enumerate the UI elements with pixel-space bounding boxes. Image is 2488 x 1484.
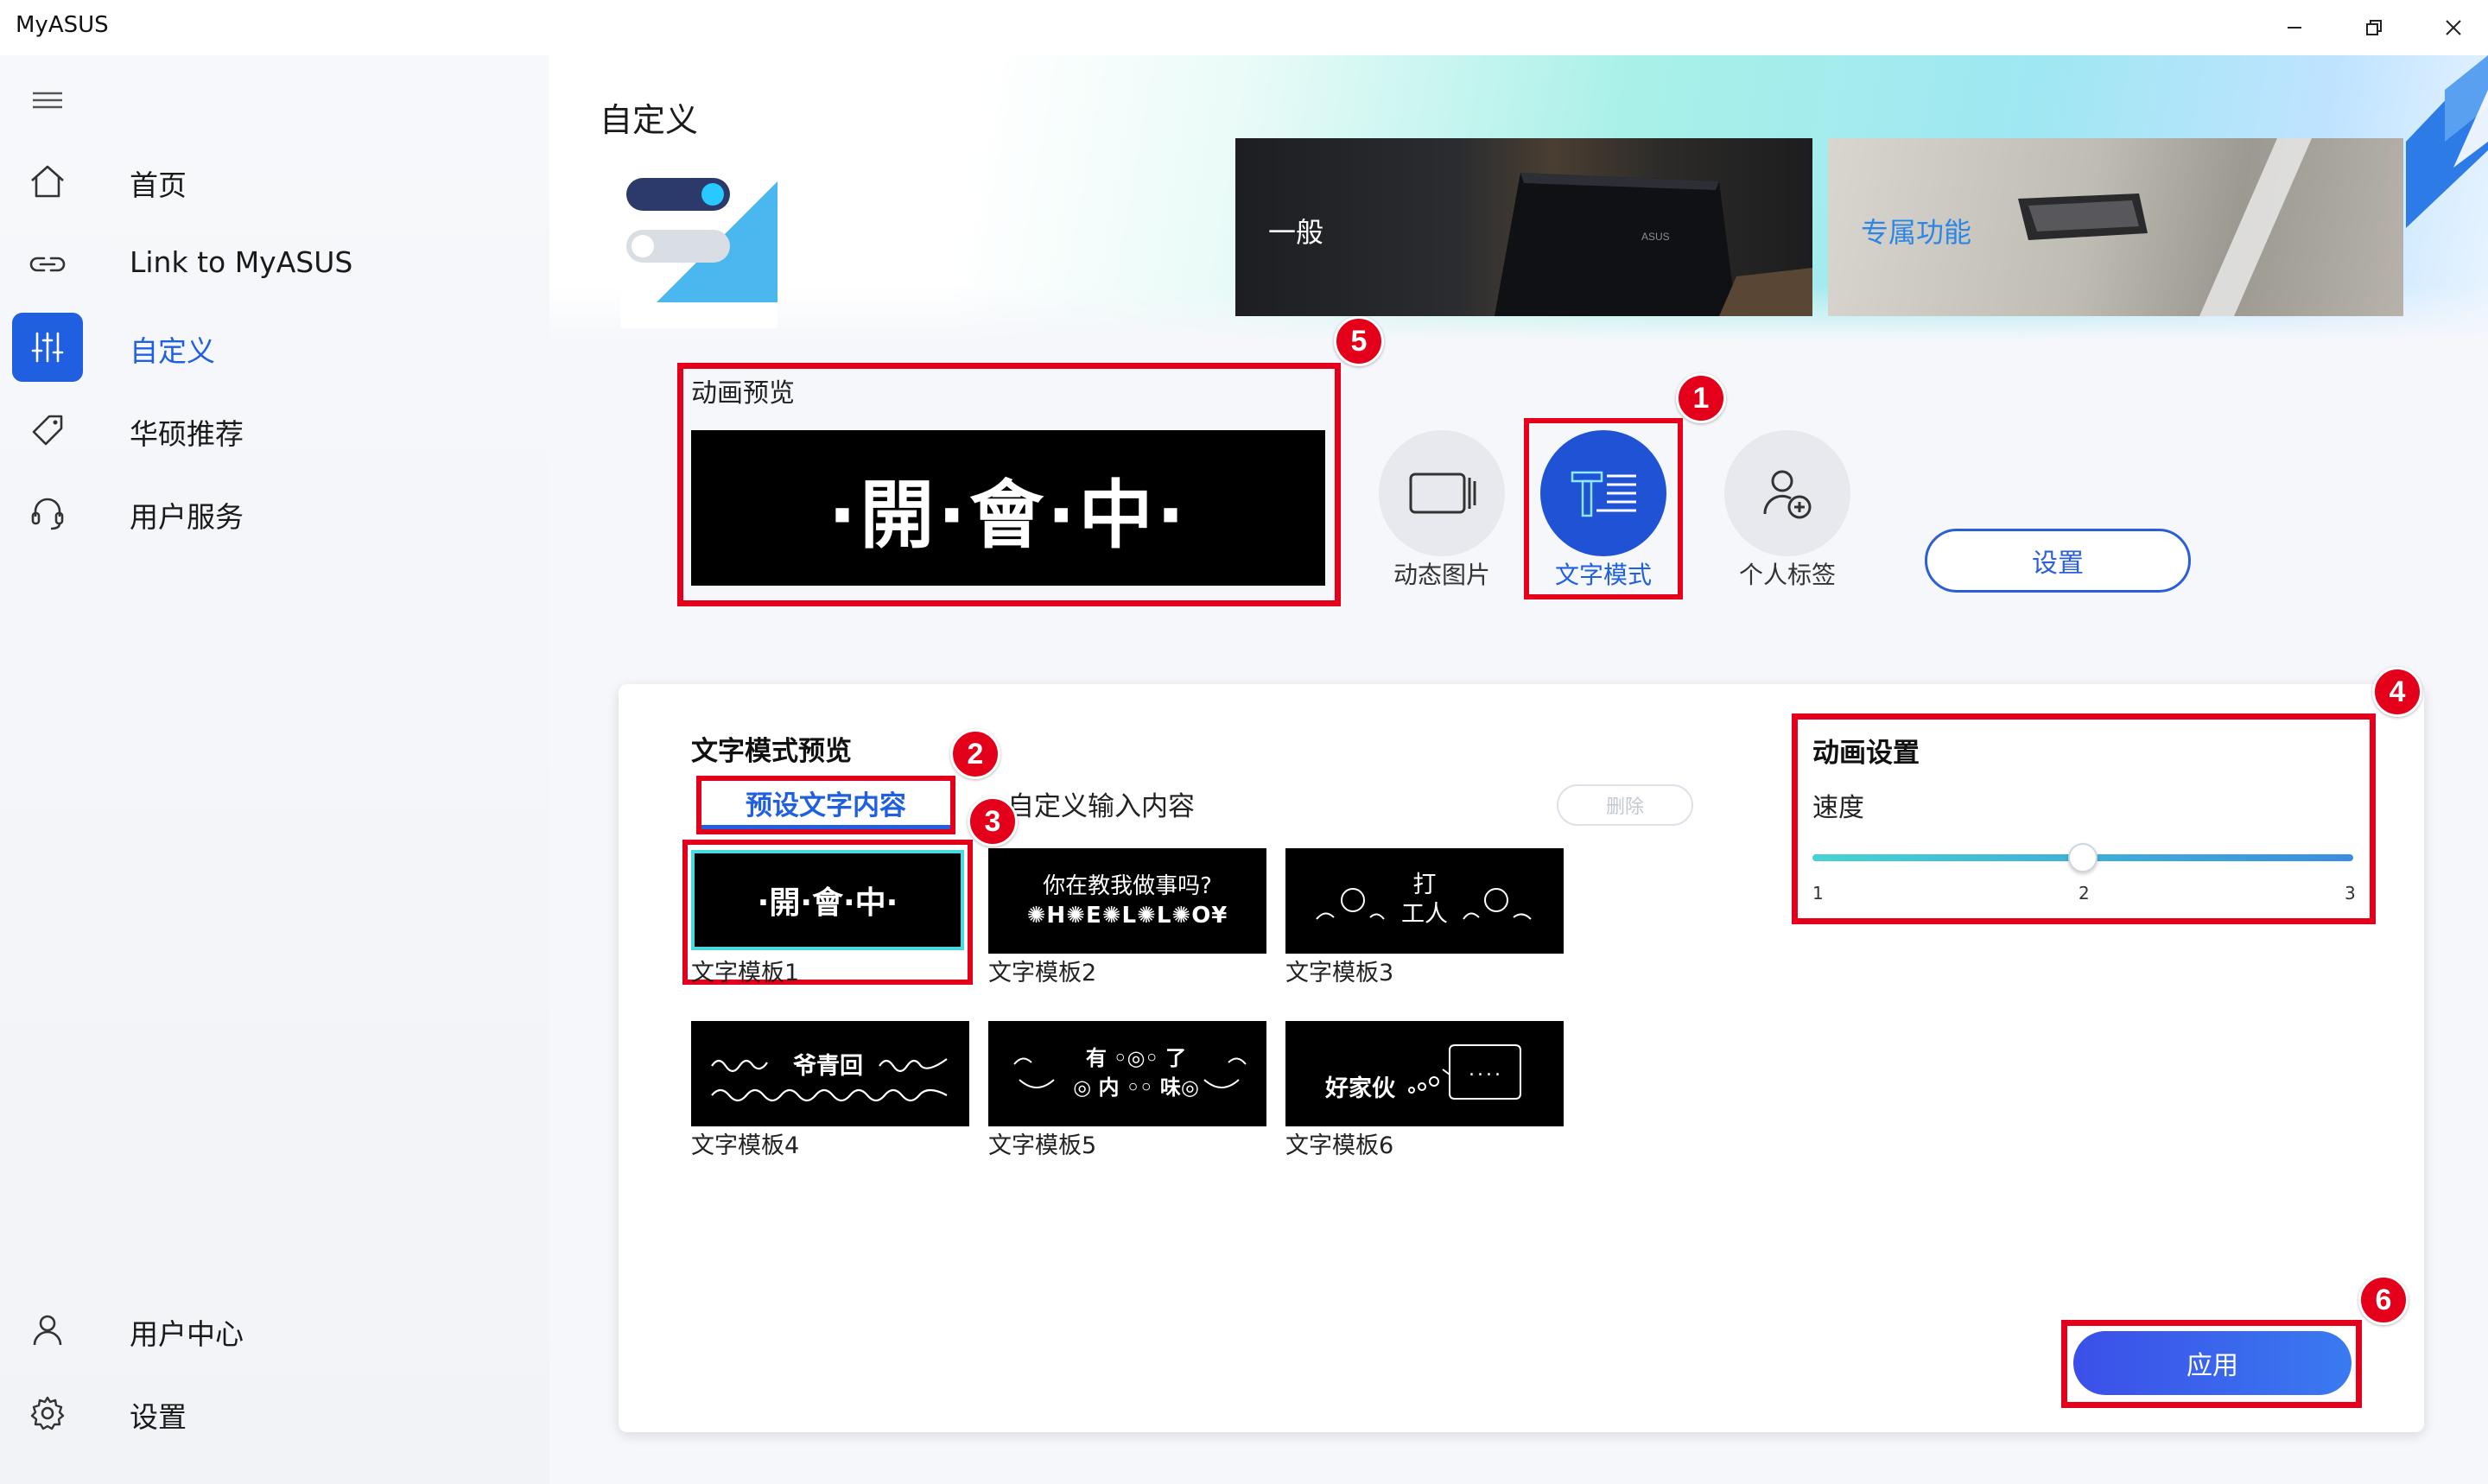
template-3-thumbnail[interactable]: 打 工人 xyxy=(1285,848,1564,954)
sidebar-item-label: 用户服务 xyxy=(130,500,244,534)
sidebar-item-settings[interactable]: 设置 xyxy=(0,1377,549,1449)
template-label: 文字模板2 xyxy=(988,960,1097,986)
sidebar-item-label: Link to MyASUS xyxy=(130,245,353,279)
close-button[interactable] xyxy=(2414,0,2488,55)
headset-icon xyxy=(12,479,83,548)
page-title: 自定义 xyxy=(600,101,699,139)
title-bar xyxy=(0,0,2488,55)
template-6-decoration xyxy=(1408,1044,1521,1100)
callout-badge-4: 4 xyxy=(2372,667,2422,717)
hero-corner-decoration xyxy=(2406,55,2488,228)
speed-tick-label: 2 xyxy=(2079,883,2090,904)
close-icon xyxy=(2446,20,2461,35)
hamburger-menu-button[interactable] xyxy=(28,83,67,117)
annotation-box-text-mode xyxy=(1524,418,1683,599)
template-4-thumbnail[interactable]: 爷青回 xyxy=(691,1021,969,1126)
user-icon xyxy=(12,1296,83,1365)
animation-preview-title: 动画预览 xyxy=(691,378,795,409)
banner-label: 专属功能 xyxy=(1861,216,1972,249)
delete-button[interactable]: 删除 xyxy=(1557,784,1693,826)
sidebar-item-label: 首页 xyxy=(130,168,187,202)
sidebar-item-recommend[interactable]: 华硕推荐 xyxy=(0,394,549,466)
sidebar-item-label: 自定义 xyxy=(130,334,215,368)
callout-badge-1: 1 xyxy=(1676,373,1726,423)
speed-label: 速度 xyxy=(1812,793,1864,823)
template-3-line-2: 工人 xyxy=(1401,901,1448,928)
animated-image-icon xyxy=(1409,472,1476,514)
banner-exclusive[interactable]: 专属功能 xyxy=(1828,138,2403,316)
banner-label: 一般 xyxy=(1268,216,1324,249)
tab-custom-input[interactable]: 自定义输入内容 xyxy=(1007,784,1195,823)
template-5-line-2: ◎ 内 ◦◦ 味◎ xyxy=(1073,1075,1199,1100)
settings-button[interactable]: 设置 xyxy=(1925,529,2191,593)
sidebar-item-user-center[interactable]: 用户中心 xyxy=(0,1294,549,1367)
template-6-thumbnail[interactable]: 好家伙 .... xyxy=(1285,1021,1564,1126)
speed-slider-thumb[interactable] xyxy=(2068,843,2098,872)
minimize-icon xyxy=(2288,27,2301,29)
callout-badge-2: 2 xyxy=(950,729,1000,779)
template-4-text: 爷青回 xyxy=(793,1053,863,1080)
link-icon xyxy=(12,230,83,299)
mode-label: 个人标签 xyxy=(1738,561,1836,589)
home-icon xyxy=(12,147,83,216)
gear-icon xyxy=(12,1379,83,1448)
callout-badge-3: 3 xyxy=(968,796,1018,847)
sidebar-item-label: 设置 xyxy=(130,1400,187,1434)
apply-button[interactable]: 应用 xyxy=(2073,1331,2352,1395)
minimize-button[interactable] xyxy=(2255,0,2334,55)
sidebar-item-label: 华硕推荐 xyxy=(130,417,244,451)
template-label: 文字模板3 xyxy=(1285,960,1394,986)
sidebar-item-label: 用户中心 xyxy=(130,1317,244,1351)
personal-tag-icon xyxy=(1763,470,1812,519)
animation-preview-screen: ·開·會·中· xyxy=(691,430,1325,586)
restore-button[interactable] xyxy=(2334,0,2414,55)
template-1-thumbnail[interactable]: ·開·會·中· xyxy=(691,850,964,950)
restore-icon xyxy=(2366,20,2382,35)
callout-badge-5: 5 xyxy=(1334,316,1384,366)
template-5-thumbnail[interactable]: 有 ◦◎◦ 了 ◎ 内 ◦◦ 味◎ xyxy=(988,1021,1266,1126)
sidebar-item-user-service[interactable]: 用户服务 xyxy=(0,477,549,549)
template-label: 文字模板4 xyxy=(691,1132,800,1159)
template-6-bubble-text: .... xyxy=(1469,1059,1503,1081)
template-2-line-2: ✺H✺E✺L✺L✺O¥ xyxy=(1026,903,1228,929)
template-2-line-1: 你在教我做事吗? xyxy=(1043,873,1212,899)
template-label: 文字模板6 xyxy=(1285,1132,1394,1159)
toggle-illustration xyxy=(596,121,795,337)
tag-icon xyxy=(12,396,83,465)
app-title: MyASUS xyxy=(16,12,109,38)
svg-text:ASUS: ASUS xyxy=(1641,231,1670,243)
template-label: 文字模板5 xyxy=(988,1132,1097,1159)
speed-tick-label: 1 xyxy=(1812,883,1824,904)
text-mode-preview-title: 文字模式预览 xyxy=(691,736,852,767)
hamburger-menu-icon xyxy=(33,92,62,109)
sidebar-item-home[interactable]: 首页 xyxy=(0,145,549,218)
speed-tick-label: 3 xyxy=(2345,883,2356,904)
template-2-thumbnail[interactable]: 你在教我做事吗? ✺H✺E✺L✺L✺O¥ xyxy=(988,848,1266,954)
template-3-line-1: 打 xyxy=(1412,872,1437,898)
tab-preset-text[interactable]: 预设文字内容 xyxy=(701,781,950,829)
callout-badge-6: 6 xyxy=(2358,1275,2409,1325)
mode-personal-tag-button[interactable] xyxy=(1724,430,1850,556)
template-label: 文字模板1 xyxy=(691,960,800,986)
sidebar-item-customize[interactable]: 自定义 xyxy=(0,311,549,384)
mode-animated-image-button[interactable] xyxy=(1379,430,1505,556)
animation-settings-title: 动画设置 xyxy=(1812,738,1920,769)
template-5-line-1: 有 ◦◎◦ 了 xyxy=(1085,1046,1187,1070)
laptop-photo: ASUS xyxy=(1495,173,1812,316)
sidebar-item-link-to-myasus[interactable]: Link to MyASUS xyxy=(0,228,549,301)
banner-general[interactable]: ASUS 一般 xyxy=(1235,138,1812,316)
sliders-icon xyxy=(12,313,83,382)
